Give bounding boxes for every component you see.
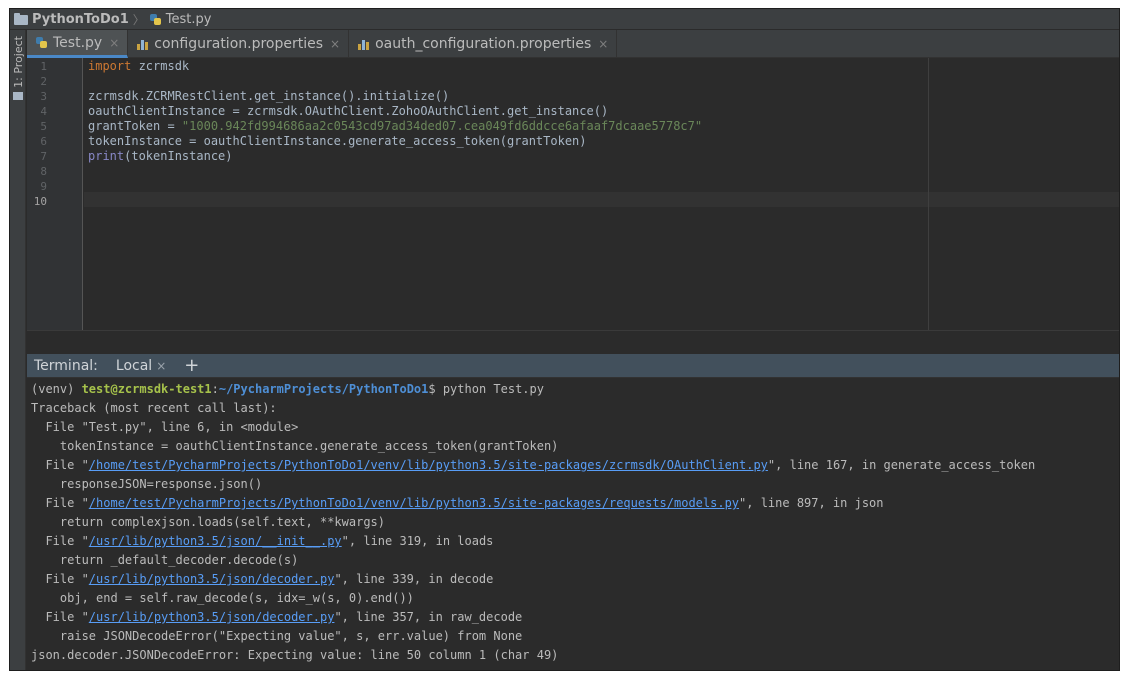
breadcrumb-project-label: PythonToDo1: [32, 11, 129, 27]
file-link[interactable]: /usr/lib/python3.5/json/__init__.py: [89, 534, 342, 548]
properties-file-icon: [136, 38, 149, 51]
navigation-bar: PythonToDo1 〉 Test.py: [10, 9, 1119, 30]
code-line-4[interactable]: oauthClientInstance = zcrmsdk.OAuthClien…: [88, 104, 608, 119]
text: File ": [31, 496, 89, 510]
terminal-line: Traceback (most recent call last):: [31, 401, 277, 415]
ide-window: PythonToDo1 〉 Test.py 1: Project Test.py…: [9, 8, 1120, 671]
text: File ": [31, 534, 89, 548]
line-number: 7: [40, 150, 47, 163]
line-number: 5: [40, 120, 47, 133]
line-number: 6: [40, 135, 47, 148]
left-tool-strip: 1: Project: [10, 30, 26, 670]
new-terminal-button[interactable]: +: [184, 356, 199, 375]
close-icon[interactable]: ×: [330, 37, 340, 51]
terminal-line: obj, end = self.raw_decode(s, idx=_w(s, …: [31, 591, 414, 605]
code-text: zcrmsdk: [131, 59, 190, 73]
breadcrumb-project[interactable]: PythonToDo1: [14, 12, 129, 27]
current-line-highlight: [84, 192, 1119, 207]
string-literal: "1000.942fd994686aa2c0543cd97ad34ded07.c…: [181, 119, 703, 133]
terminal-line: File "Test.py", line 6, in <module>: [31, 420, 299, 434]
terminal-line: return complexjson.loads(self.text, **kw…: [31, 515, 386, 529]
right-margin-guide: [928, 58, 929, 330]
prompt-user: test@zcrmsdk-test1: [81, 382, 212, 396]
terminal-line: File "/usr/lib/python3.5/json/__init__.p…: [31, 532, 493, 551]
tab-label: oauth_configuration.properties: [375, 36, 592, 52]
prompt-path: ~/PycharmProjects/PythonToDo1: [218, 382, 429, 396]
text: ", line 339, in decode: [334, 572, 494, 586]
terminal-header: Terminal: Local × +: [27, 354, 1119, 378]
close-icon[interactable]: ×: [598, 37, 608, 51]
terminal-line: raise JSONDecodeError("Expecting value",…: [31, 629, 523, 643]
close-icon[interactable]: ×: [109, 36, 119, 50]
code-line-6[interactable]: tokenInstance = oauthClientInstance.gene…: [88, 134, 587, 149]
line-number: 1: [40, 60, 47, 73]
text: ", line 357, in raw_decode: [334, 610, 523, 624]
text: ", line 167, in generate_access_token: [767, 458, 1036, 472]
file-link[interactable]: /usr/lib/python3.5/json/decoder.py: [89, 572, 335, 586]
breadcrumb-file[interactable]: Test.py: [149, 11, 212, 27]
code-text: (tokenInstance): [124, 149, 233, 163]
text: File ": [31, 610, 89, 624]
line-number-gutter: 1 2 3 4 5 6 7 8 9 10: [27, 58, 83, 330]
properties-file-icon: [357, 38, 370, 51]
terminal-line: File "/usr/lib/python3.5/json/decoder.py…: [31, 570, 493, 589]
line-number: 2: [40, 75, 47, 88]
terminal-tab-local[interactable]: Local ×: [116, 358, 166, 374]
close-icon[interactable]: ×: [156, 359, 166, 373]
terminal-title: Terminal:: [34, 357, 98, 374]
tab-label: configuration.properties: [154, 36, 324, 52]
project-tool-window-button[interactable]: 1: Project: [10, 36, 26, 106]
terminal-line: tokenInstance = oauthClientInstance.gene…: [31, 439, 559, 453]
terminal-line: responseJSON=response.json(): [31, 477, 263, 491]
terminal-tab-label: Local: [115, 357, 153, 374]
tab-configuration-properties[interactable]: configuration.properties ×: [128, 30, 350, 58]
folder-icon: [14, 12, 28, 25]
tab-label: Test.py: [53, 34, 103, 51]
keyword-import: import: [88, 59, 132, 73]
prompt-venv: (venv): [31, 382, 82, 396]
editor-bottom-area: [27, 330, 1119, 354]
text: ", line 319, in loads: [341, 534, 494, 548]
prompt-colon: :: [211, 382, 219, 396]
breadcrumb-separator: 〉: [132, 12, 145, 27]
file-link[interactable]: /usr/lib/python3.5/json/decoder.py: [89, 610, 335, 624]
terminal-line: return _default_decoder.decode(s): [31, 553, 299, 567]
terminal-output[interactable]: (venv) test@zcrmsdk-test1:~/PycharmProje…: [27, 378, 1119, 670]
line-number: 8: [40, 165, 47, 178]
code-line-7[interactable]: print(tokenInstance): [88, 149, 233, 164]
line-number: 3: [40, 90, 47, 103]
text: File ": [31, 572, 89, 586]
project-folder-icon: [13, 91, 23, 100]
tab-oauth-configuration-properties[interactable]: oauth_configuration.properties ×: [349, 30, 618, 58]
line-number: 9: [40, 180, 47, 193]
code-line-3[interactable]: zcrmsdk.ZCRMRestClient.get_instance().in…: [88, 89, 449, 104]
text: File ": [31, 458, 89, 472]
terminal-line: File "/home/test/PycharmProjects/PythonT…: [31, 456, 1035, 475]
line-number-current: 10: [33, 195, 47, 208]
builtin-print: print: [88, 149, 125, 163]
file-link[interactable]: /home/test/PycharmProjects/PythonToDo1/v…: [89, 458, 768, 472]
code-line-5[interactable]: grantToken = "1000.942fd994686aa2c0543cd…: [88, 119, 702, 134]
terminal-error-line: json.decoder.JSONDecodeError: Expecting …: [31, 648, 559, 662]
breadcrumb-file-label: Test.py: [165, 11, 212, 27]
line-number: 4: [40, 105, 47, 118]
code-text: grantToken =: [88, 119, 182, 133]
terminal-prompt-line: (venv) test@zcrmsdk-test1:~/PycharmProje…: [31, 380, 544, 399]
prompt-command: $ python Test.py: [428, 382, 544, 396]
code-editor[interactable]: 1 2 3 4 5 6 7 8 9 10 import zcrmsdk zcrm…: [27, 58, 1119, 330]
python-file-icon: [149, 13, 162, 26]
code-line-1[interactable]: import zcrmsdk: [88, 59, 189, 74]
terminal-line: File "/usr/lib/python3.5/json/decoder.py…: [31, 608, 522, 627]
tab-test-py[interactable]: Test.py ×: [27, 30, 129, 58]
text: ", line 897, in json: [739, 496, 884, 510]
project-tool-label: 1: Project: [11, 36, 25, 88]
python-file-icon: [35, 36, 48, 49]
file-link[interactable]: /home/test/PycharmProjects/PythonToDo1/v…: [89, 496, 739, 510]
editor-tabs: Test.py × configuration.properties × oau…: [27, 30, 1119, 58]
terminal-line: File "/home/test/PycharmProjects/PythonT…: [31, 494, 884, 513]
